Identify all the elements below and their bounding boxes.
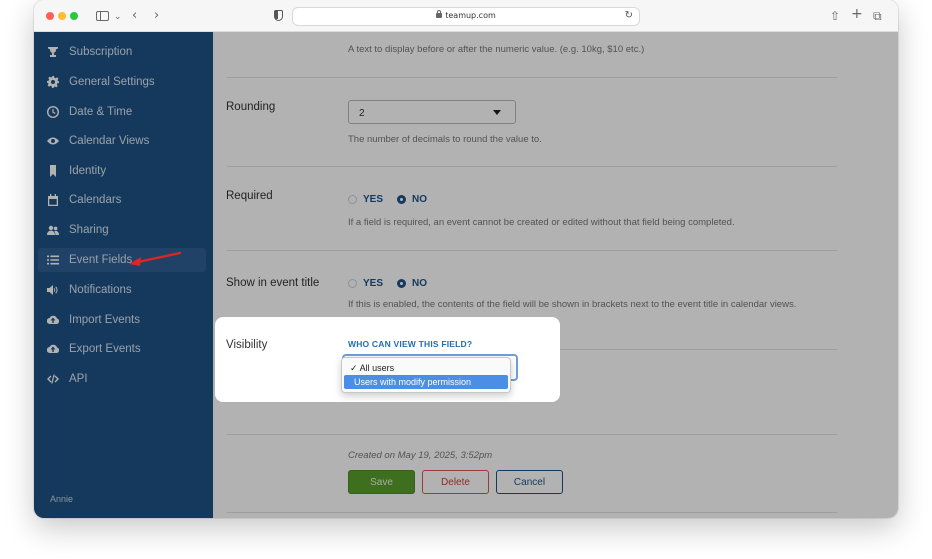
- close-window-button[interactable]: [46, 12, 54, 20]
- tab-overview-icon[interactable]: ⧉: [873, 8, 882, 24]
- visibility-option-label: All users: [359, 363, 395, 373]
- minimize-window-button[interactable]: [58, 12, 66, 20]
- chevron-down-icon[interactable]: ⌄: [114, 9, 122, 25]
- share-icon[interactable]: ⇧: [830, 8, 840, 24]
- check-icon: ✓: [350, 363, 358, 373]
- reload-icon[interactable]: ↻: [625, 10, 633, 21]
- new-tab-icon[interactable]: +: [851, 6, 863, 22]
- browser-toolbar: ⌄ ‹ › teamup.com ↻ ⇧ + ⧉: [34, 0, 898, 32]
- privacy-shield-icon[interactable]: [274, 10, 283, 21]
- lock-icon: [436, 10, 443, 18]
- zoom-window-button[interactable]: [70, 12, 78, 20]
- browser-window: ⌄ ‹ › teamup.com ↻ ⇧ + ⧉ Subscription Ge…: [34, 0, 898, 518]
- visibility-label: Visibility: [226, 339, 268, 351]
- sidebar-toggle-icon[interactable]: [96, 11, 109, 21]
- dim-overlay: [34, 32, 898, 518]
- visibility-option-all-users[interactable]: ✓ All users: [344, 361, 508, 375]
- back-icon[interactable]: ‹: [132, 8, 137, 24]
- url-text: teamup.com: [445, 11, 496, 20]
- visibility-heading: WHO CAN VIEW THIS FIELD?: [348, 339, 473, 349]
- forward-icon[interactable]: ›: [154, 8, 159, 24]
- annotation-arrow-icon: [129, 251, 182, 266]
- address-bar[interactable]: teamup.com ↻: [292, 7, 640, 26]
- visibility-spotlight: Visibility WHO CAN VIEW THIS FIELD? ✓ Al…: [215, 317, 560, 402]
- visibility-dropdown-menu: ✓ All users Users with modify permission: [341, 357, 511, 393]
- visibility-option-modify-permission[interactable]: Users with modify permission: [344, 375, 508, 389]
